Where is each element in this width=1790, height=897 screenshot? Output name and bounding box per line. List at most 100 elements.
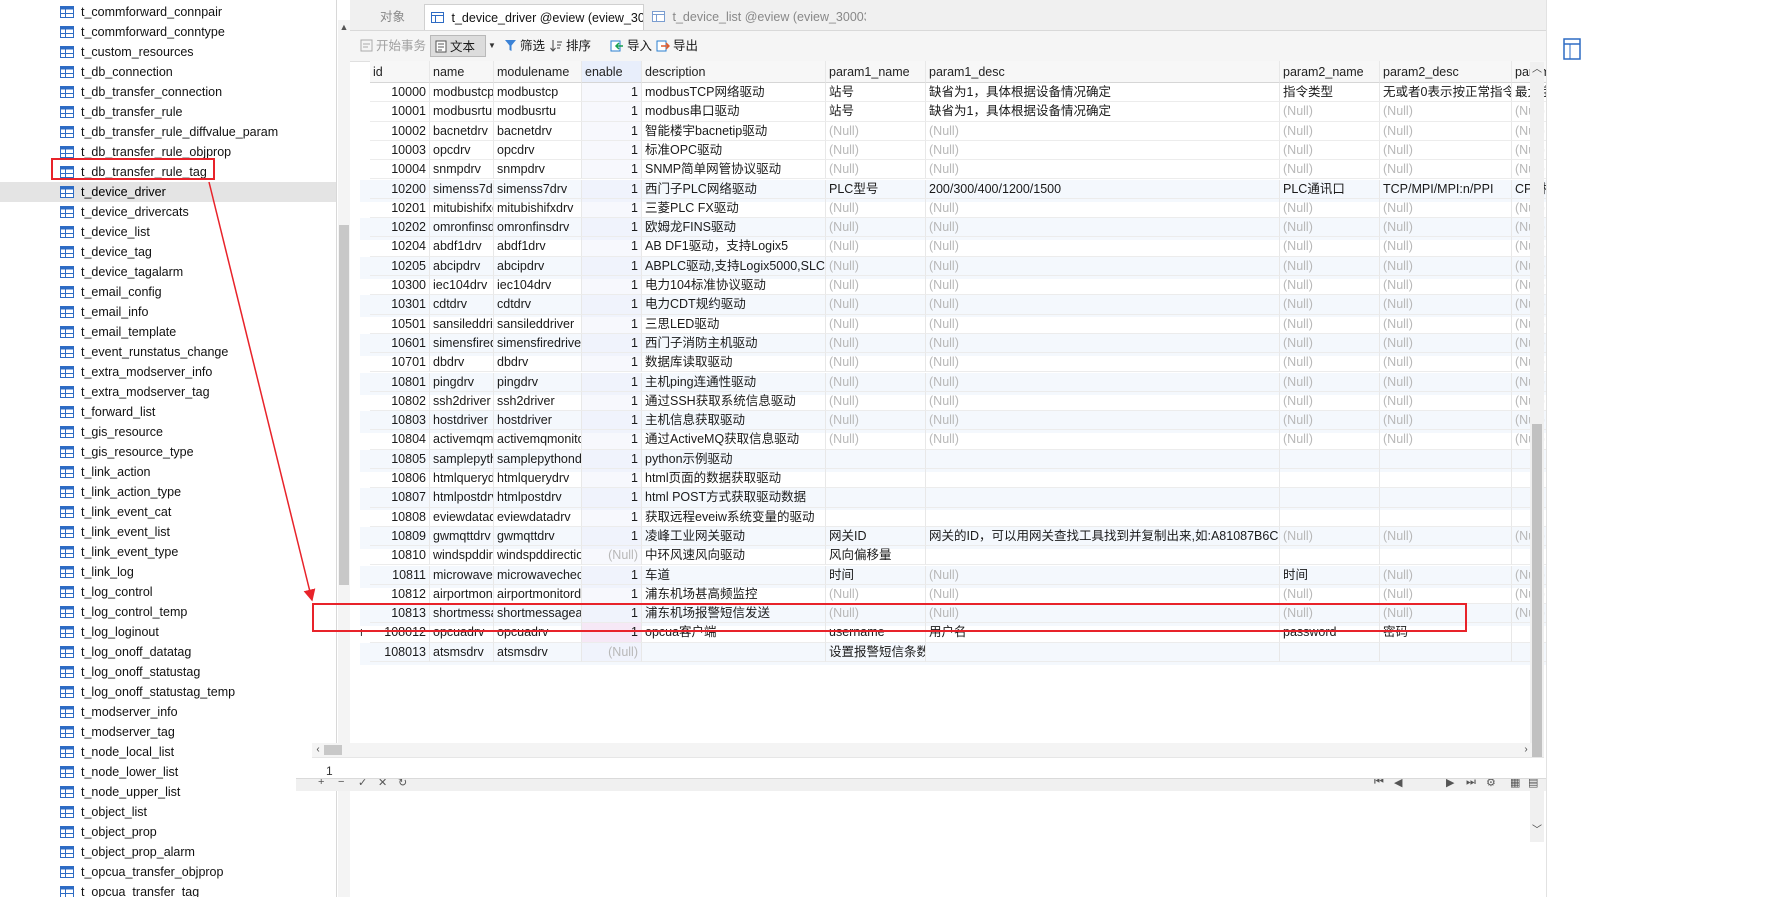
table-cell-description[interactable]: 获取远程eveiw系统变量的驱动 (642, 507, 826, 527)
table-cell-param2-name[interactable]: 指令类型 (1280, 83, 1380, 103)
column-header-param2-name[interactable]: param2_name (1280, 61, 1380, 83)
begin-transaction-button[interactable]: 开始事务 (356, 35, 430, 57)
table-cell-name[interactable]: snmpdrv (430, 160, 494, 180)
table-cell-enable[interactable]: 1 (582, 333, 642, 354)
table-cell-name[interactable]: atsmsdrv (430, 642, 494, 662)
previous-page-icon[interactable]: ◀ (1394, 779, 1402, 789)
table-cell-name[interactable]: bacnetdrv (430, 121, 494, 141)
table-cell-param1-name[interactable] (826, 449, 926, 469)
table-cell-description[interactable]: html POST方式获取驱动数据 (642, 488, 826, 508)
table-cell-description[interactable]: 智能楼宇bacnetip驱动 (642, 121, 826, 141)
table-cell-param1-desc[interactable]: (Null) (926, 604, 1280, 624)
table-cell-param2-desc[interactable]: (Null) (1380, 430, 1512, 450)
table-cell-param1-desc[interactable]: (Null) (926, 353, 1280, 373)
table-cell-name[interactable]: dbdrv (430, 353, 494, 373)
table-cell-enable[interactable]: 1 (582, 488, 642, 508)
table-cell-param1-desc[interactable]: (Null) (926, 411, 1280, 431)
column-header-modulename[interactable]: modulename (494, 61, 582, 83)
table-cell-param2-name[interactable] (1280, 449, 1380, 469)
table-cell-param1-desc[interactable]: (Null) (926, 372, 1280, 392)
tree-item-t-log-loginout[interactable]: t_log_loginout (0, 622, 336, 642)
tree-item-t-node-lower-list[interactable]: t_node_lower_list (0, 762, 336, 782)
table-cell-param2-name[interactable]: password (1280, 623, 1380, 643)
table-cell-param2-desc[interactable]: (Null) (1380, 160, 1512, 180)
table-cell-param1-desc[interactable] (926, 469, 1280, 489)
tree-item-t-custom-resources[interactable]: t_custom_resources (0, 42, 336, 62)
table-cell-param1-name[interactable]: (Null) (826, 372, 926, 392)
tree-item-t-email-info[interactable]: t_email_info (0, 302, 336, 322)
table-cell-param1-name[interactable]: (Null) (826, 391, 926, 412)
table-cell-id[interactable]: 10003 (370, 140, 430, 161)
tree-item-t-extra-modserver-tag[interactable]: t_extra_modserver_tag (0, 382, 336, 402)
table-cell-name[interactable]: simenss7drv (430, 179, 494, 199)
tree-item-t-forward-list[interactable]: t_forward_list (0, 402, 336, 422)
table-cell-enable[interactable]: 1 (582, 160, 642, 180)
table-cell-enable[interactable]: 1 (582, 256, 642, 276)
table-cell-param2-desc[interactable]: (Null) (1380, 314, 1512, 334)
refresh-icon[interactable]: ↻ (398, 779, 407, 789)
table-cell-modulename[interactable]: mitubishifxdrv (494, 198, 582, 219)
column-header-param2-desc[interactable]: param2_desc (1380, 61, 1512, 83)
table-cell-param1-desc[interactable]: (Null) (926, 276, 1280, 296)
table-cell-enable[interactable]: 1 (582, 140, 642, 161)
table-cell-enable[interactable]: 1 (582, 314, 642, 334)
table-cell-param2-desc[interactable]: (Null) (1380, 140, 1512, 161)
table-cell-id[interactable]: 10601 (370, 333, 430, 354)
table-cell-description[interactable]: 电力CDT规约驱动 (642, 295, 826, 315)
tree-item-t-device-tagalarm[interactable]: t_device_tagalarm (0, 262, 336, 282)
table-cell-enable[interactable]: 1 (582, 295, 642, 315)
table-cell-enable[interactable]: (Null) (582, 546, 642, 566)
table-cell-param2-name[interactable]: PLC通讯口 (1280, 179, 1380, 199)
table-cell-param1-name[interactable]: 设置报警短信条数 (826, 642, 926, 662)
table-cell-enable[interactable]: 1 (582, 430, 642, 450)
table-cell-id[interactable]: 10701 (370, 353, 430, 373)
tree-item-t-db-transfer-connection[interactable]: t_db_transfer_connection (0, 82, 336, 102)
table-cell-description[interactable]: 西门子消防主机驱动 (642, 333, 826, 354)
tree-item-t-device-tag[interactable]: t_device_tag (0, 242, 336, 262)
table-cell-param1-name[interactable] (826, 507, 926, 527)
first-page-icon[interactable]: ⏮ (1374, 779, 1384, 789)
table-cell-modulename[interactable]: activemqmonitor (494, 430, 582, 450)
table-cell-description[interactable]: 主机ping连通性驱动 (642, 372, 826, 392)
table-cell-modulename[interactable]: pingdrv (494, 372, 582, 392)
table-cell-description[interactable]: 欧姆龙FINS驱动 (642, 218, 826, 238)
table-cell-param1-name[interactable]: (Null) (826, 314, 926, 334)
table-cell-modulename[interactable]: simenss7drv (494, 179, 582, 199)
table-cell-param2-desc[interactable]: (Null) (1380, 353, 1512, 373)
table-cell-enable[interactable]: 1 (582, 526, 642, 547)
table-cell-modulename[interactable]: hostdriver (494, 411, 582, 431)
grid-horizontal-scroll-thumb[interactable] (324, 745, 342, 755)
table-cell-param2-desc[interactable] (1380, 642, 1512, 662)
table-cell-param1-desc[interactable] (926, 546, 1280, 566)
table-cell-name[interactable]: htmlpostdrv (430, 488, 494, 508)
last-page-icon[interactable]: ⏭ (1466, 779, 1476, 789)
table-cell-description[interactable] (642, 642, 826, 662)
form-view-icon[interactable]: ▤ (1528, 779, 1538, 789)
table-cell-param1-desc[interactable]: (Null) (926, 565, 1280, 585)
scroll-up-arrow-icon[interactable]: ▲ (338, 22, 350, 32)
table-cell-name[interactable]: modbusrtu (430, 102, 494, 122)
table-cell-param2-desc[interactable]: (Null) (1380, 276, 1512, 296)
table-cell-param2-name[interactable]: (Null) (1280, 295, 1380, 315)
table-cell-param1-desc[interactable]: (Null) (926, 314, 1280, 334)
tree-item-t-log-control-temp[interactable]: t_log_control_temp (0, 602, 336, 622)
table-cell-name[interactable]: gwmqttdrv (430, 526, 494, 547)
table-cell-param2-name[interactable]: (Null) (1280, 276, 1380, 296)
table-cell-name[interactable]: omronfinsdrv (430, 218, 494, 238)
table-cell-description[interactable]: modbusTCP网络驱动 (642, 83, 826, 103)
table-cell-param2-desc[interactable]: (Null) (1380, 411, 1512, 431)
tree-item-t-link-event-list[interactable]: t_link_event_list (0, 522, 336, 542)
tree-item-t-device-driver[interactable]: t_device_driver (0, 182, 336, 202)
table-cell-modulename[interactable]: microwavecheck (494, 565, 582, 585)
table-cell-enable[interactable]: (Null) (582, 642, 642, 662)
table-cell-enable[interactable]: 1 (582, 83, 642, 103)
table-cell-param2-name[interactable]: (Null) (1280, 237, 1380, 257)
table-cell-param1-desc[interactable]: (Null) (926, 391, 1280, 412)
tree-item-t-device-drivercats[interactable]: t_device_drivercats (0, 202, 336, 222)
table-cell-param2-desc[interactable] (1380, 469, 1512, 489)
tree-item-t-log-onoff-statustag-temp[interactable]: t_log_onoff_statustag_temp (0, 682, 336, 702)
table-cell-description[interactable]: 浦东机场报警短信发送 (642, 604, 826, 624)
settings-icon[interactable]: ⚙ (1486, 779, 1496, 789)
table-cell-enable[interactable]: 1 (582, 102, 642, 122)
tree-item-t-commforward-conntype[interactable]: t_commforward_conntype (0, 22, 336, 42)
